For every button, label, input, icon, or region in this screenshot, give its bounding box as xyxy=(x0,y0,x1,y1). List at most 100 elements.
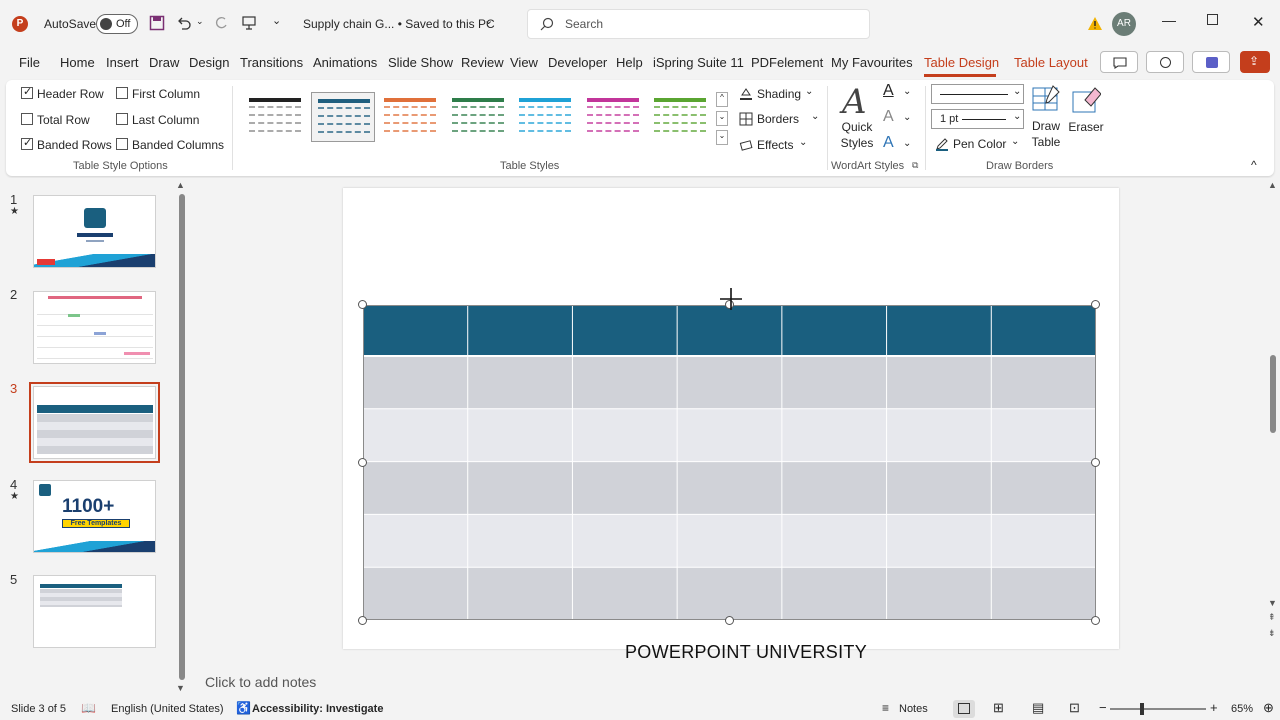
effects-button[interactable]: Effects ⌄ xyxy=(739,137,819,157)
close-icon[interactable]: ✕ xyxy=(1252,13,1265,31)
banded-rows-checkbox[interactable] xyxy=(21,136,33,150)
shading-button[interactable]: Shading ⌄ xyxy=(739,86,819,106)
table-style-swatch[interactable] xyxy=(581,92,645,142)
table-style-swatch[interactable] xyxy=(648,92,712,142)
language-label[interactable]: English (United States) xyxy=(111,703,224,715)
notes-button[interactable]: Notes xyxy=(899,703,928,715)
document-title[interactable]: Supply chain G... • Saved to this PC xyxy=(303,17,495,31)
draw-table-button[interactable]: Draw Table xyxy=(1031,84,1061,150)
thumbs-scroll-up[interactable]: ▲ xyxy=(176,180,185,190)
tab-insert[interactable]: Insert xyxy=(106,55,139,70)
teams-button[interactable] xyxy=(1192,51,1230,73)
chevron-down-icon[interactable]: ⌄ xyxy=(903,138,911,149)
restore-icon[interactable] xyxy=(1207,14,1218,25)
pen-weight-select[interactable]: 1 pt ⌄ xyxy=(931,109,1024,129)
table-style-swatch[interactable] xyxy=(378,92,442,142)
resize-handle[interactable] xyxy=(1091,458,1100,467)
slide-thumb-4[interactable]: 1100+ Free Templates xyxy=(33,480,156,553)
tab-table-layout[interactable]: Table Layout xyxy=(1014,55,1088,70)
warning-icon[interactable] xyxy=(1087,16,1103,31)
next-slide-icon[interactable]: ⇟ xyxy=(1268,628,1276,639)
slide-thumb-3[interactable] xyxy=(29,382,160,463)
tab-my-favourites[interactable]: My Favourites xyxy=(831,55,913,70)
text-outline-icon[interactable]: A xyxy=(883,108,894,126)
chevron-down-icon[interactable]: ⌄ xyxy=(484,14,493,27)
tab-slide-show[interactable]: Slide Show xyxy=(388,55,453,70)
table-header-row[interactable] xyxy=(363,305,1096,356)
tab-draw[interactable]: Draw xyxy=(149,55,179,70)
quick-styles-button[interactable]: A Quick Styles xyxy=(834,82,878,154)
table-row[interactable] xyxy=(363,514,1096,568)
tab-home[interactable]: Home xyxy=(60,55,95,70)
customize-toolbar-icon[interactable]: ⌄ xyxy=(272,14,281,27)
tab-ispring[interactable]: iSpring Suite 11 xyxy=(653,55,744,70)
zoom-slider-thumb[interactable] xyxy=(1140,703,1144,715)
slide-thumb-1[interactable] xyxy=(33,195,156,268)
table-style-swatch[interactable] xyxy=(243,92,307,142)
table-row[interactable] xyxy=(363,567,1096,620)
chevron-down-icon[interactable]: ⌄ xyxy=(903,86,911,97)
record-button[interactable] xyxy=(1146,51,1184,73)
table-row[interactable] xyxy=(363,461,1096,515)
thumbs-scrollbar[interactable] xyxy=(179,194,185,680)
zoom-level[interactable]: 65% xyxy=(1231,703,1253,715)
editor-scroll-down[interactable]: ▼ xyxy=(1268,598,1277,608)
fit-to-window-icon[interactable]: ⊕ xyxy=(1263,700,1274,716)
notes-pane[interactable]: Click to add notes xyxy=(192,666,1280,696)
slideshow-icon[interactable]: ⊡ xyxy=(1069,700,1080,716)
undo-dropdown-icon[interactable]: ⌄ xyxy=(196,16,204,27)
chevron-down-icon[interactable]: ⌄ xyxy=(903,112,911,123)
search-box[interactable]: Search xyxy=(527,9,870,39)
table-style-swatch[interactable] xyxy=(513,92,577,142)
tab-table-design[interactable]: Table Design xyxy=(924,55,999,70)
tab-view[interactable]: View xyxy=(510,55,538,70)
pen-style-select[interactable]: ⌄ xyxy=(931,84,1024,104)
zoom-slider[interactable] xyxy=(1110,708,1206,710)
eraser-button[interactable]: Eraser xyxy=(1068,84,1104,150)
text-effects-icon[interactable]: A xyxy=(883,134,894,152)
tab-developer[interactable]: Developer xyxy=(548,55,607,70)
slide-table[interactable] xyxy=(363,305,1096,620)
resize-handle[interactable] xyxy=(1091,616,1100,625)
avatar[interactable]: AR xyxy=(1112,12,1136,36)
table-style-swatch[interactable] xyxy=(310,92,375,142)
comments-button[interactable] xyxy=(1100,51,1138,73)
gallery-scroll-down[interactable]: ⌄ xyxy=(716,111,728,126)
last-column-checkbox[interactable] xyxy=(116,113,128,125)
tab-file[interactable]: File xyxy=(19,55,40,70)
resize-handle[interactable] xyxy=(358,616,367,625)
collapse-ribbon-icon[interactable]: ^ xyxy=(1251,158,1257,172)
resize-handle[interactable] xyxy=(358,458,367,467)
editor-scroll-up[interactable]: ▲ xyxy=(1268,180,1277,190)
reading-view-icon[interactable]: ▤ xyxy=(1032,700,1044,716)
slide-thumb-2[interactable] xyxy=(33,291,156,364)
share-button[interactable]: ⇪ xyxy=(1240,51,1270,73)
borders-button[interactable]: Borders ⌄ xyxy=(739,111,819,131)
autosave-toggle[interactable]: Off xyxy=(96,14,138,34)
zoom-out-icon[interactable]: − xyxy=(1099,700,1107,715)
resize-handle[interactable] xyxy=(358,300,367,309)
zoom-in-icon[interactable]: + xyxy=(1210,700,1218,715)
present-icon[interactable] xyxy=(241,15,257,31)
thumbs-scroll-down[interactable]: ▼ xyxy=(176,683,185,693)
tab-design[interactable]: Design xyxy=(189,55,229,70)
resize-handle[interactable] xyxy=(725,616,734,625)
tab-animations[interactable]: Animations xyxy=(313,55,377,70)
tab-transitions[interactable]: Transitions xyxy=(240,55,303,70)
table-style-swatch[interactable] xyxy=(446,92,510,142)
dialog-launcher-icon[interactable]: ⧉ xyxy=(912,160,918,171)
tab-pdfelement[interactable]: PDFelement xyxy=(751,55,823,70)
table-row[interactable] xyxy=(363,408,1096,462)
gallery-scroll-up[interactable]: ^ xyxy=(716,92,728,107)
slide-thumb-5[interactable] xyxy=(33,575,156,648)
first-column-checkbox[interactable] xyxy=(116,87,128,99)
normal-view-button[interactable] xyxy=(953,700,975,718)
tab-review[interactable]: Review xyxy=(461,55,504,70)
redo-icon[interactable] xyxy=(213,15,229,31)
pen-color-button[interactable]: Pen Color ⌄ xyxy=(935,136,1019,154)
editor-scrollbar[interactable] xyxy=(1270,355,1276,433)
prev-slide-icon[interactable]: ⇞ xyxy=(1268,612,1276,623)
total-row-checkbox[interactable] xyxy=(21,113,33,125)
save-icon[interactable] xyxy=(149,15,165,31)
text-fill-icon[interactable]: A xyxy=(883,82,894,100)
